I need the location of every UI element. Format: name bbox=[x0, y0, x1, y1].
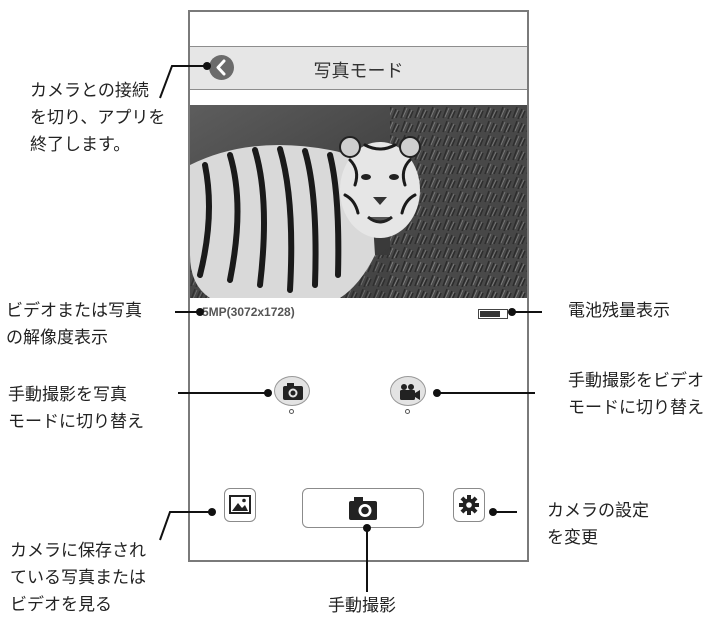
photo-mode-description: 手動撮影を写真 モードに切り替え bbox=[8, 385, 144, 432]
settings-description: カメラの設定 を変更 bbox=[547, 501, 649, 548]
shutter-description: 手動撮影 bbox=[328, 596, 396, 616]
video-mode-description: 手動撮影をビデオ モードに切り替え bbox=[568, 371, 704, 418]
gallery-description: カメラに保存され ている写真または ビデオを見る bbox=[10, 541, 146, 615]
back-button-description: カメラとの接続 を切り、アプリを 終了します。 bbox=[30, 81, 166, 155]
battery-description: 電池残量表示 bbox=[568, 301, 670, 321]
resolution-description: ビデオまたは写真 の解像度表示 bbox=[6, 301, 142, 348]
